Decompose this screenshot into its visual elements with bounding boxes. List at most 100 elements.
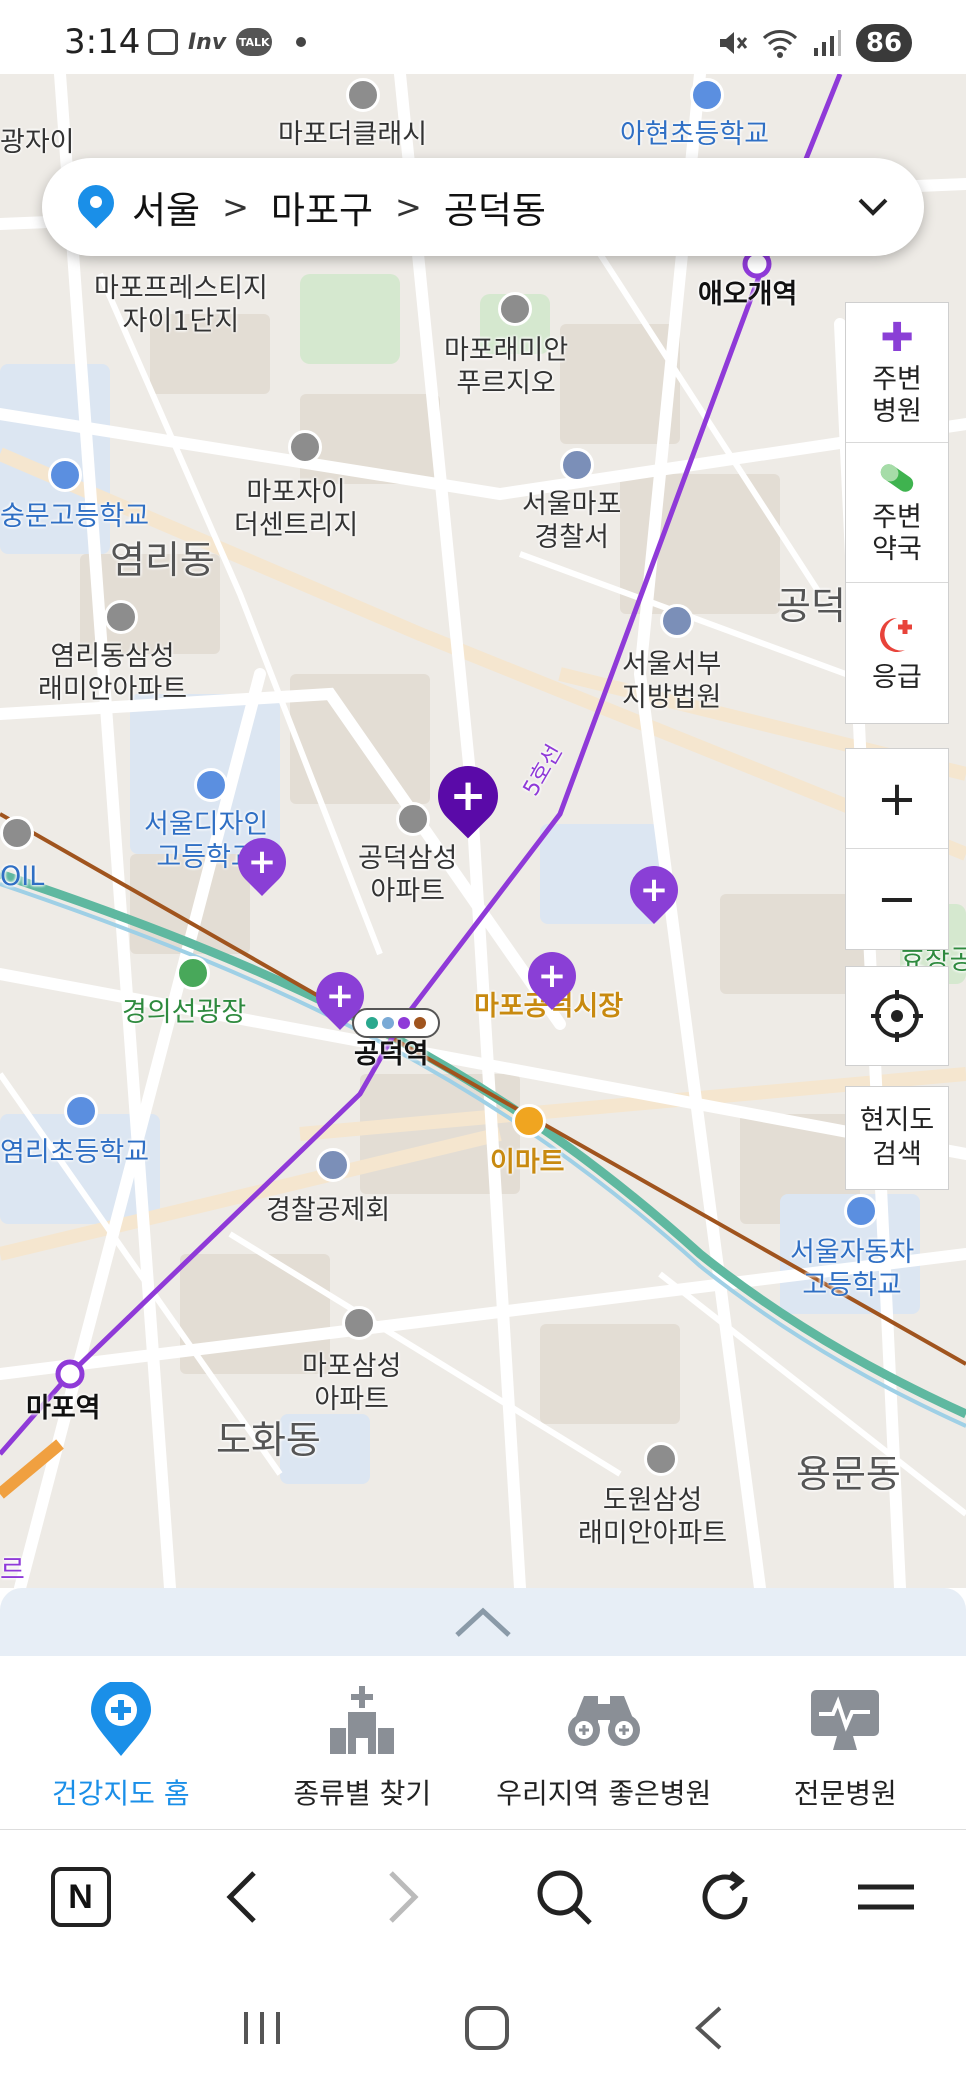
zoom-out-button[interactable]: − bbox=[846, 849, 948, 949]
status-time: 3:14 bbox=[64, 22, 141, 62]
school-poi-icon[interactable] bbox=[690, 78, 724, 112]
map-label: 마포자이 더센트리지 bbox=[234, 477, 359, 541]
apartment-poi-icon[interactable] bbox=[346, 78, 380, 112]
court-poi-icon[interactable] bbox=[660, 604, 694, 638]
kakaotalk-icon: TALK bbox=[236, 28, 273, 56]
recent-apps-icon[interactable] bbox=[240, 2008, 284, 2048]
emergency-moon-cross-icon bbox=[880, 618, 912, 652]
map-label: 숭문고등학교 bbox=[0, 501, 150, 532]
map-label: 경찰공제회 bbox=[266, 1195, 391, 1226]
nav-label: 우리지역 좋은병원 bbox=[496, 1777, 712, 1810]
nav-label: 전문병원 bbox=[793, 1777, 897, 1810]
breadcrumb-separator: > bbox=[222, 188, 249, 226]
gongdeok-station-transfer-badge[interactable] bbox=[352, 1008, 440, 1038]
battery-indicator: 86 bbox=[856, 24, 912, 62]
system-back-icon[interactable] bbox=[690, 2004, 726, 2052]
map-label: 염리초등학교 bbox=[0, 1137, 150, 1168]
nearby-hospital-label: 주변 병원 bbox=[872, 363, 922, 427]
chevron-left-icon bbox=[225, 1871, 256, 1923]
mute-icon bbox=[720, 32, 748, 54]
nav-good-local-hospitals[interactable]: 우리지역 좋은병원 bbox=[483, 1656, 725, 1829]
school-poi-icon[interactable] bbox=[64, 1094, 98, 1128]
zoom-controls: + − bbox=[845, 748, 949, 950]
apartment-poi-icon[interactable] bbox=[396, 802, 430, 836]
location-dong[interactable]: 공덕동 bbox=[444, 180, 546, 234]
system-navigation-bar bbox=[0, 1963, 966, 2093]
naver-home-button[interactable]: N bbox=[41, 1857, 121, 1937]
map-label: 르 bbox=[0, 1555, 25, 1586]
browser-toolbar: N bbox=[0, 1831, 966, 1963]
search-icon bbox=[537, 1870, 592, 1925]
signal-icon bbox=[814, 30, 841, 56]
nearby-pharmacy-label: 주변 약국 bbox=[872, 501, 922, 565]
map-label: 애오개역 bbox=[698, 279, 798, 310]
map-label: 광자이 bbox=[0, 127, 75, 158]
police-poi-icon[interactable] bbox=[560, 448, 594, 482]
map-label: 이마트 bbox=[490, 1147, 565, 1178]
nav-health-map-home[interactable]: 건강지도 홈 bbox=[0, 1656, 242, 1829]
oil-station-poi-icon[interactable] bbox=[0, 816, 34, 850]
chevron-down-icon[interactable] bbox=[856, 196, 890, 218]
map-label: 서울마포 경찰서 bbox=[522, 489, 622, 553]
wifi-icon bbox=[762, 30, 798, 58]
map-label: OIL bbox=[0, 861, 45, 892]
map-label: 아현초등학교 bbox=[620, 119, 770, 150]
status-system-icons: 86 bbox=[716, 24, 912, 62]
park-poi-icon[interactable] bbox=[176, 956, 210, 990]
school-poi-icon[interactable] bbox=[844, 1194, 878, 1228]
crosshair-icon bbox=[871, 990, 923, 1042]
search-button[interactable] bbox=[524, 1857, 604, 1937]
chevron-up-icon bbox=[455, 1607, 511, 1637]
breadcrumb-separator: > bbox=[395, 188, 422, 226]
map-label: 공덕삼성 아파트 bbox=[358, 843, 458, 907]
school-poi-icon[interactable] bbox=[194, 768, 228, 802]
map-label: 마포역 bbox=[26, 1393, 101, 1424]
chevron-right-icon bbox=[388, 1871, 419, 1923]
hospital-building-icon bbox=[326, 1682, 398, 1758]
map-label: 공덕 bbox=[776, 584, 846, 628]
location-city[interactable]: 서울 bbox=[132, 180, 200, 234]
map-filter-panel: ✚ 주변 병원 주변 약국 응급 bbox=[845, 302, 949, 724]
apartment-poi-icon[interactable] bbox=[342, 1306, 376, 1340]
mart-poi-icon[interactable] bbox=[512, 1104, 546, 1138]
map-label: 마포래미안 푸르지오 bbox=[444, 335, 569, 399]
map-label: 서울자동차 고등학교 bbox=[790, 1237, 915, 1301]
current-location-button[interactable] bbox=[845, 966, 949, 1066]
naver-n-icon: N bbox=[50, 1867, 111, 1927]
location-pin-icon bbox=[70, 177, 122, 229]
back-button[interactable] bbox=[202, 1857, 282, 1937]
more-notifications-dot-icon bbox=[296, 37, 307, 47]
forward-button[interactable] bbox=[363, 1857, 443, 1937]
nearby-pharmacy-button[interactable]: 주변 약국 bbox=[846, 443, 948, 583]
bottom-drawer-handle[interactable] bbox=[0, 1588, 966, 1656]
zoom-in-button[interactable]: + bbox=[846, 749, 948, 849]
location-district[interactable]: 마포구 bbox=[271, 180, 373, 234]
apartment-poi-icon[interactable] bbox=[104, 600, 138, 634]
map-label: 공덕역 bbox=[354, 1039, 429, 1070]
apartment-poi-icon[interactable] bbox=[644, 1442, 678, 1476]
emergency-button[interactable]: 응급 bbox=[846, 583, 948, 723]
building-poi-icon[interactable] bbox=[316, 1148, 350, 1182]
nav-specialty-hospitals[interactable]: 전문병원 bbox=[725, 1656, 966, 1829]
pill-icon bbox=[880, 463, 914, 492]
apartment-poi-icon[interactable] bbox=[288, 430, 322, 464]
menu-button[interactable] bbox=[846, 1857, 926, 1937]
refresh-icon bbox=[702, 1871, 747, 1920]
home-icon[interactable] bbox=[463, 2004, 511, 2052]
map-canvas[interactable]: 마포더클래시 아현초등학교 광자이 마포프레스티지 자이1단지 애오개역 마포래… bbox=[0, 74, 966, 1588]
nearby-hospital-button[interactable]: ✚ 주변 병원 bbox=[846, 303, 948, 443]
map-label: 마포더클래시 bbox=[278, 119, 428, 150]
location-selector[interactable]: 서울 > 마포구 > 공덕동 bbox=[42, 158, 924, 256]
nav-label: 건강지도 홈 bbox=[51, 1777, 190, 1810]
apartment-poi-icon[interactable] bbox=[498, 292, 532, 326]
refresh-button[interactable] bbox=[685, 1857, 765, 1937]
inv-app-icon: Inv bbox=[188, 29, 227, 55]
map-label: 염리동삼성 래미안아파트 bbox=[38, 641, 188, 705]
map-label: 마포삼성 아파트 bbox=[302, 1351, 402, 1415]
search-this-area-button[interactable]: 현지도 검색 bbox=[845, 1086, 949, 1190]
nav-find-by-type[interactable]: 종류별 찾기 bbox=[242, 1656, 484, 1829]
map-label: 도원삼성 래미안아파트 bbox=[578, 1485, 728, 1549]
map-label: 서울서부 지방법원 bbox=[622, 649, 722, 713]
screenshot-icon bbox=[148, 29, 178, 55]
school-poi-icon[interactable] bbox=[48, 458, 82, 492]
